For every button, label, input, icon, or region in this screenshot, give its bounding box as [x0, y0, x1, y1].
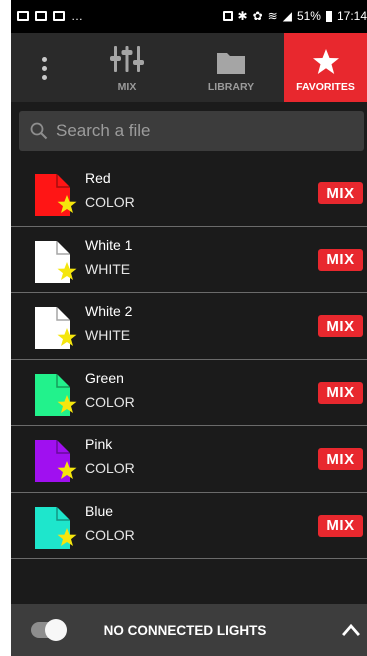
clock: 17:14	[336, 9, 367, 23]
file-type: COLOR	[85, 393, 135, 410]
list-item[interactable]: White 1 WHITE MIX	[11, 227, 367, 293]
search-icon	[30, 122, 48, 140]
file-type: COLOR	[85, 194, 135, 210]
file-type: WHITE	[85, 327, 131, 343]
file-type: COLOR	[85, 526, 135, 543]
settings-icon: ✿	[252, 9, 263, 23]
favorites-list: Red COLOR MIX White 1 WHITE MIX White 2 WHITE MI…	[11, 160, 367, 559]
file-name: Blue	[85, 502, 114, 519]
notification-icons: …	[17, 9, 83, 23]
mix-button[interactable]: MIX	[318, 448, 363, 470]
app-screen: … ✱ ✿ ≋ ◢ 51% 17:14 MIX LIBRARY FAVORITE…	[11, 0, 367, 656]
mix-button[interactable]: MIX	[318, 514, 363, 537]
file-type: WHITE	[85, 260, 131, 277]
file-name: White 1	[85, 236, 133, 253]
file-icon	[35, 440, 77, 482]
file-icon	[35, 240, 77, 283]
battery-icon	[325, 10, 332, 22]
dot	[41, 56, 47, 62]
list-item[interactable]: Blue COLOR MIX	[11, 493, 367, 559]
tab-mix-label: MIX	[117, 81, 137, 93]
list-item[interactable]: Pink COLOR MIX	[11, 426, 367, 493]
dot	[41, 74, 47, 80]
mix-button[interactable]: MIX	[318, 315, 363, 337]
search-input[interactable]: Search a file	[19, 111, 364, 151]
mix-button[interactable]: MIX	[318, 248, 363, 271]
file-icon	[35, 373, 77, 416]
folder-icon	[217, 53, 245, 74]
gallery-icon	[17, 11, 29, 21]
system-status: ✱ ✿ ≋ ◢ 51% 17:14	[222, 9, 367, 23]
alarm-icon	[222, 11, 233, 21]
file-name: White 2	[85, 303, 133, 319]
chevron-up-icon[interactable]	[341, 620, 361, 640]
tab-favorites-label: FAVORITES	[296, 81, 355, 93]
status-bar: … ✱ ✿ ≋ ◢ 51% 17:14	[11, 0, 367, 33]
file-name: Pink	[85, 436, 113, 452]
tab-favorites[interactable]: FAVORITES	[284, 33, 367, 102]
dot	[41, 65, 47, 71]
list-item[interactable]: White 2 WHITE MIX	[11, 293, 367, 360]
list-item[interactable]: Green COLOR MIX	[11, 360, 367, 426]
file-icon	[35, 506, 77, 549]
file-name: Red	[85, 170, 111, 186]
bluetooth-icon: ✱	[237, 9, 248, 23]
tab-library-label: LIBRARY	[207, 81, 255, 93]
file-icon	[35, 174, 77, 216]
sliders-icon	[110, 46, 144, 72]
mix-button[interactable]: MIX	[318, 381, 363, 404]
list-item[interactable]: Red COLOR MIX	[11, 160, 367, 227]
file-icon	[35, 307, 77, 349]
file-type: COLOR	[85, 460, 135, 476]
signal-icon: ◢	[282, 9, 292, 23]
overflow-menu-button[interactable]	[31, 51, 57, 85]
search-placeholder: Search a file	[56, 121, 151, 140]
mix-button[interactable]: MIX	[318, 182, 363, 204]
connection-bar: NO CONNECTED LIGHTS	[11, 604, 367, 656]
top-toolbar: MIX LIBRARY FAVORITES	[11, 33, 367, 102]
card-icon	[35, 11, 47, 21]
battery-level: 51%	[296, 9, 321, 23]
star-icon	[312, 49, 339, 74]
wifi-icon: ≋	[267, 9, 278, 23]
more-notifications-icon: …	[71, 9, 83, 23]
connection-status: NO CONNECTED LIGHTS	[103, 622, 267, 638]
tab-library[interactable]: LIBRARY	[185, 33, 277, 102]
tab-mix[interactable]: MIX	[81, 33, 173, 102]
file-name: Green	[85, 369, 124, 386]
mail-icon	[53, 11, 65, 21]
